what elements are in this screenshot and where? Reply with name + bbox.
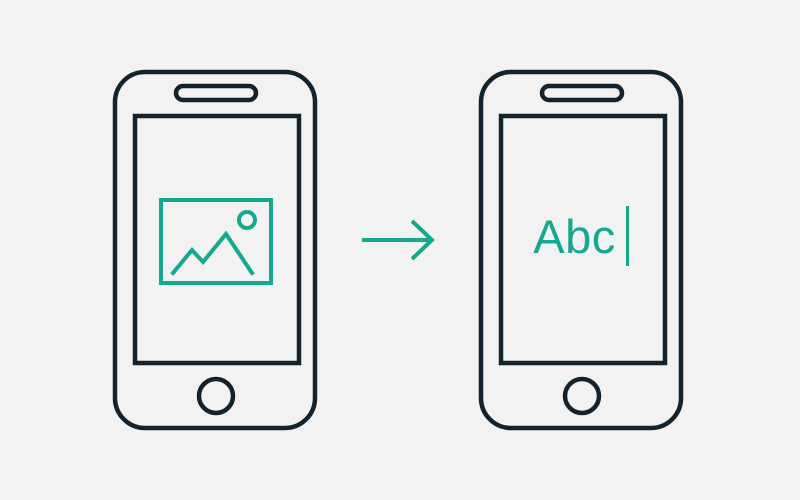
image-icon [159,198,273,285]
recognized-text-value: Abc [533,209,616,263]
phone-speaker [173,83,259,103]
source-phone [112,69,318,431]
diagram-canvas: Abc [0,0,800,500]
text-cursor-icon [625,206,629,266]
phone-speaker [539,83,625,103]
phone-home-button [196,376,236,416]
phone-home-button [562,376,602,416]
recognized-text: Abc [478,201,684,271]
arrow-right-icon [362,219,435,261]
